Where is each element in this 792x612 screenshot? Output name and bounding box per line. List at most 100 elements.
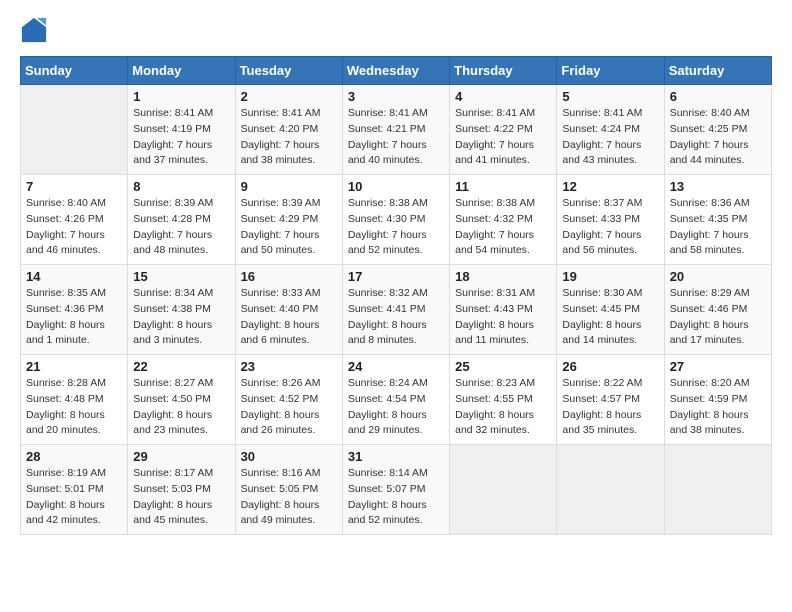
- day-number: 29: [133, 449, 229, 464]
- calendar-cell: 23 Sunrise: 8:26 AMSunset: 4:52 PMDayligh…: [235, 355, 342, 445]
- calendar-table: SundayMondayTuesdayWednesdayThursdayFrid…: [20, 56, 772, 535]
- day-info: Sunrise: 8:41 AMSunset: 4:19 PMDaylight:…: [133, 106, 229, 169]
- calendar-cell: 6Sunrise: 8:40 AMSunset: 4:25 PMDaylight…: [664, 85, 771, 175]
- calendar-cell: 28 Sunrise: 8:19 AMSunset: 5:01 PMDayligh…: [21, 445, 128, 535]
- day-info: Sunrise: 8:17 AMSunset: 5:03 PMDaylight:…: [133, 466, 229, 529]
- day-info: Sunrise: 8:30 AMSunset: 4:45 PMDaylight:…: [562, 286, 658, 349]
- day-info: Sunrise: 8:36 AMSunset: 4:35 PMDaylight:…: [670, 196, 766, 259]
- day-number: 23: [241, 359, 337, 374]
- day-number: 1: [133, 89, 229, 104]
- calendar-cell: 1 Sunrise: 8:41 AMSunset: 4:19 PMDaylight…: [128, 85, 235, 175]
- day-number: 7: [26, 179, 122, 194]
- calendar-cell: 7 Sunrise: 8:40 AMSunset: 4:26 PMDaylight…: [21, 175, 128, 265]
- header-saturday: Saturday: [664, 57, 771, 85]
- calendar-cell: 5Sunrise: 8:41 AMSunset: 4:24 PMDaylight…: [557, 85, 664, 175]
- calendar-cell: 11 Sunrise: 8:38 AMSunset: 4:32 PMDayligh…: [450, 175, 557, 265]
- day-number: 4: [455, 89, 551, 104]
- header-thursday: Thursday: [450, 57, 557, 85]
- calendar-cell: 25 Sunrise: 8:23 AMSunset: 4:55 PMDayligh…: [450, 355, 557, 445]
- day-info: Sunrise: 8:33 AMSunset: 4:40 PMDaylight:…: [241, 286, 337, 349]
- day-info: Sunrise: 8:23 AMSunset: 4:55 PMDaylight:…: [455, 376, 551, 439]
- day-info: Sunrise: 8:29 AMSunset: 4:46 PMDaylight:…: [670, 286, 766, 349]
- calendar-cell: 29 Sunrise: 8:17 AMSunset: 5:03 PMDayligh…: [128, 445, 235, 535]
- calendar-cell: [664, 445, 771, 535]
- header-row: SundayMondayTuesdayWednesdayThursdayFrid…: [21, 57, 772, 85]
- calendar-week-1: 1 Sunrise: 8:41 AMSunset: 4:19 PMDaylight…: [21, 85, 772, 175]
- calendar-cell: 17 Sunrise: 8:32 AMSunset: 4:41 PMDayligh…: [342, 265, 449, 355]
- day-number: 17: [348, 269, 444, 284]
- day-number: 19: [562, 269, 658, 284]
- header-wednesday: Wednesday: [342, 57, 449, 85]
- day-info: Sunrise: 8:24 AMSunset: 4:54 PMDaylight:…: [348, 376, 444, 439]
- calendar-cell: 21 Sunrise: 8:28 AMSunset: 4:48 PMDayligh…: [21, 355, 128, 445]
- logo-icon: [20, 16, 48, 44]
- header-monday: Monday: [128, 57, 235, 85]
- calendar-cell: 26 Sunrise: 8:22 AMSunset: 4:57 PMDayligh…: [557, 355, 664, 445]
- calendar-week-3: 14Sunrise: 8:35 AMSunset: 4:36 PMDayligh…: [21, 265, 772, 355]
- header-tuesday: Tuesday: [235, 57, 342, 85]
- calendar-cell: 31 Sunrise: 8:14 AMSunset: 5:07 PMDayligh…: [342, 445, 449, 535]
- day-number: 12: [562, 179, 658, 194]
- day-info: Sunrise: 8:35 AMSunset: 4:36 PMDaylight:…: [26, 286, 122, 349]
- day-info: Sunrise: 8:40 AMSunset: 4:25 PMDaylight:…: [670, 106, 766, 169]
- day-info: Sunrise: 8:16 AMSunset: 5:05 PMDaylight:…: [241, 466, 337, 529]
- day-info: Sunrise: 8:38 AMSunset: 4:30 PMDaylight:…: [348, 196, 444, 259]
- day-info: Sunrise: 8:37 AMSunset: 4:33 PMDaylight:…: [562, 196, 658, 259]
- day-info: Sunrise: 8:34 AMSunset: 4:38 PMDaylight:…: [133, 286, 229, 349]
- day-info: Sunrise: 8:19 AMSunset: 5:01 PMDaylight:…: [26, 466, 122, 529]
- calendar-cell: 12 Sunrise: 8:37 AMSunset: 4:33 PMDayligh…: [557, 175, 664, 265]
- day-number: 11: [455, 179, 551, 194]
- day-number: 22: [133, 359, 229, 374]
- calendar-cell: 9 Sunrise: 8:39 AMSunset: 4:29 PMDaylight…: [235, 175, 342, 265]
- day-info: Sunrise: 8:32 AMSunset: 4:41 PMDaylight:…: [348, 286, 444, 349]
- day-number: 31: [348, 449, 444, 464]
- calendar-cell: 15 Sunrise: 8:34 AMSunset: 4:38 PMDayligh…: [128, 265, 235, 355]
- calendar-cell: 27Sunrise: 8:20 AMSunset: 4:59 PMDayligh…: [664, 355, 771, 445]
- calendar-cell: 13 Sunrise: 8:36 AMSunset: 4:35 PMDayligh…: [664, 175, 771, 265]
- day-info: Sunrise: 8:27 AMSunset: 4:50 PMDaylight:…: [133, 376, 229, 439]
- header-sunday: Sunday: [21, 57, 128, 85]
- day-number: 24: [348, 359, 444, 374]
- day-info: Sunrise: 8:20 AMSunset: 4:59 PMDaylight:…: [670, 376, 766, 439]
- day-number: 16: [241, 269, 337, 284]
- day-number: 25: [455, 359, 551, 374]
- calendar-cell: 3Sunrise: 8:41 AMSunset: 4:21 PMDaylight…: [342, 85, 449, 175]
- day-info: Sunrise: 8:40 AMSunset: 4:26 PMDaylight:…: [26, 196, 122, 259]
- day-number: 2: [241, 89, 337, 104]
- calendar-cell: 10 Sunrise: 8:38 AMSunset: 4:30 PMDayligh…: [342, 175, 449, 265]
- calendar-week-2: 7 Sunrise: 8:40 AMSunset: 4:26 PMDaylight…: [21, 175, 772, 265]
- calendar-cell: 19 Sunrise: 8:30 AMSunset: 4:45 PMDayligh…: [557, 265, 664, 355]
- day-number: 10: [348, 179, 444, 194]
- calendar-week-5: 28 Sunrise: 8:19 AMSunset: 5:01 PMDayligh…: [21, 445, 772, 535]
- day-info: Sunrise: 8:28 AMSunset: 4:48 PMDaylight:…: [26, 376, 122, 439]
- day-info: Sunrise: 8:14 AMSunset: 5:07 PMDaylight:…: [348, 466, 444, 529]
- day-info: Sunrise: 8:39 AMSunset: 4:29 PMDaylight:…: [241, 196, 337, 259]
- calendar-cell: 16 Sunrise: 8:33 AMSunset: 4:40 PMDayligh…: [235, 265, 342, 355]
- calendar-week-4: 21 Sunrise: 8:28 AMSunset: 4:48 PMDayligh…: [21, 355, 772, 445]
- day-number: 21: [26, 359, 122, 374]
- calendar-cell: 30 Sunrise: 8:16 AMSunset: 5:05 PMDayligh…: [235, 445, 342, 535]
- day-number: 8: [133, 179, 229, 194]
- logo: [20, 16, 52, 44]
- calendar-cell: [450, 445, 557, 535]
- calendar-cell: 22 Sunrise: 8:27 AMSunset: 4:50 PMDayligh…: [128, 355, 235, 445]
- day-info: Sunrise: 8:26 AMSunset: 4:52 PMDaylight:…: [241, 376, 337, 439]
- day-number: 28: [26, 449, 122, 464]
- day-info: Sunrise: 8:41 AMSunset: 4:22 PMDaylight:…: [455, 106, 551, 169]
- day-info: Sunrise: 8:39 AMSunset: 4:28 PMDaylight:…: [133, 196, 229, 259]
- day-number: 5: [562, 89, 658, 104]
- calendar-cell: 20Sunrise: 8:29 AMSunset: 4:46 PMDayligh…: [664, 265, 771, 355]
- header-friday: Friday: [557, 57, 664, 85]
- day-number: 13: [670, 179, 766, 194]
- day-info: Sunrise: 8:38 AMSunset: 4:32 PMDaylight:…: [455, 196, 551, 259]
- calendar-cell: 2Sunrise: 8:41 AMSunset: 4:20 PMDaylight…: [235, 85, 342, 175]
- calendar-cell: [21, 85, 128, 175]
- day-number: 18: [455, 269, 551, 284]
- calendar-cell: 8 Sunrise: 8:39 AMSunset: 4:28 PMDaylight…: [128, 175, 235, 265]
- day-number: 9: [241, 179, 337, 194]
- day-number: 26: [562, 359, 658, 374]
- day-info: Sunrise: 8:22 AMSunset: 4:57 PMDaylight:…: [562, 376, 658, 439]
- calendar-cell: 14Sunrise: 8:35 AMSunset: 4:36 PMDayligh…: [21, 265, 128, 355]
- day-number: 30: [241, 449, 337, 464]
- day-number: 15: [133, 269, 229, 284]
